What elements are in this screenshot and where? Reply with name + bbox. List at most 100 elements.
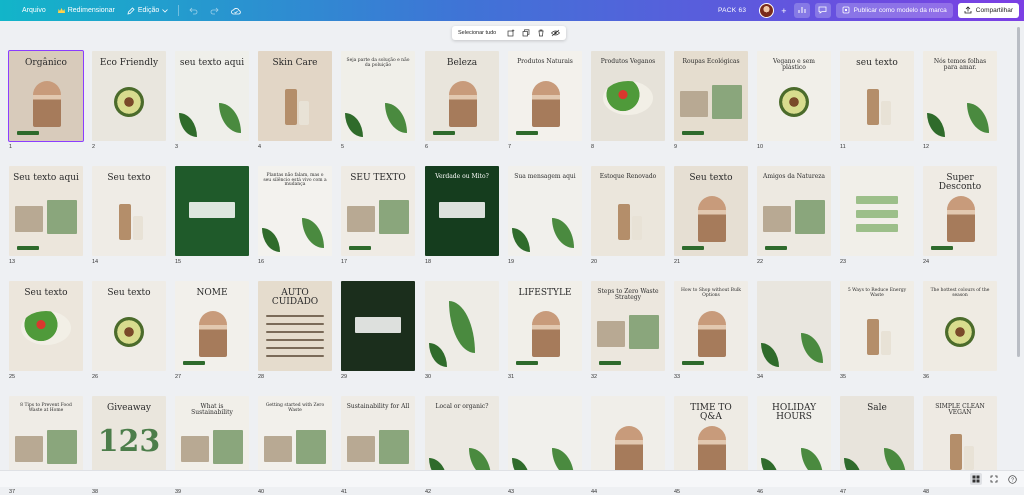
select-all-button[interactable]: Selecionar tudo [458, 30, 496, 36]
page-heading: Giveaway [107, 403, 151, 413]
cta-button-graphic [516, 361, 538, 365]
cloud-save-button[interactable] [225, 0, 247, 21]
page-heading: HOLIDAY HOURS [771, 403, 817, 423]
cta-button-graphic [682, 361, 704, 365]
page-thumbnail[interactable]: SEU TEXTO [341, 166, 415, 256]
page-thumbnail[interactable]: Seu texto [674, 166, 748, 256]
avocado-image [114, 87, 144, 117]
page-thumbnail[interactable]: The hottest colours of the season [923, 281, 997, 371]
page-thumbnail[interactable]: How to Shop without Bulk Options [674, 281, 748, 371]
leaf-illustration [429, 343, 447, 367]
page-heading: seu texto aqui [179, 58, 245, 68]
publish-template-button[interactable]: Publicar como modelo da marca [835, 3, 953, 18]
page-thumbnail[interactable]: Seu texto [92, 166, 166, 256]
page-number: 37 [9, 489, 16, 495]
redo-button[interactable] [204, 0, 225, 21]
photo [449, 81, 477, 127]
vertical-scrollbar[interactable] [1016, 24, 1021, 469]
page-thumbnail[interactable] [757, 281, 831, 371]
page-thumbnail[interactable]: Steps to Zero Waste Strategy [591, 281, 665, 371]
page-thumbnail[interactable]: NOME [175, 281, 249, 371]
product-image [285, 89, 297, 125]
cta-button-graphic [682, 131, 704, 135]
text-lines [266, 331, 324, 333]
photo [532, 81, 560, 127]
page-thumbnail[interactable] [175, 166, 249, 256]
page-number: 1 [9, 144, 13, 150]
page-heading: SIMPLE CLEAN VEGAN [935, 403, 985, 417]
page-thumbnail[interactable]: Produtos Veganos [591, 51, 665, 141]
page-thumbnail[interactable] [840, 166, 914, 256]
avocado-image [114, 317, 144, 347]
add-collaborator-icon[interactable]: + [781, 6, 786, 16]
leaf-illustration [302, 218, 324, 248]
page-thumbnail[interactable]: Verdade ou Mito? [425, 166, 499, 256]
cta-button-graphic [682, 246, 704, 250]
page-thumbnail[interactable]: Seja parte da solução e não da poluição [341, 51, 415, 141]
analytics-button[interactable] [793, 3, 810, 18]
undo-button[interactable] [183, 0, 204, 21]
page-number: 25 [9, 374, 16, 380]
checklist-row [856, 210, 898, 218]
page-thumbnail[interactable] [341, 281, 415, 371]
page-thumbnail[interactable] [425, 281, 499, 371]
grid-view-icon[interactable] [970, 473, 982, 485]
page-thumbnail[interactable]: Eco Friendly [92, 51, 166, 141]
page-thumbnail[interactable]: seu texto aqui [175, 51, 249, 141]
page-thumbnail[interactable]: AUTO CUIDADO [258, 281, 332, 371]
project-title[interactable]: PACK 63 [718, 7, 746, 14]
delete-icon[interactable] [536, 29, 545, 38]
photo [795, 200, 825, 234]
page-thumbnail[interactable]: Roupas Ecológicas [674, 51, 748, 141]
page-heading: seu texto [856, 58, 898, 68]
page-heading: Getting started with Zero Waste [265, 403, 325, 413]
page-thumbnail[interactable]: Produtos Naturais [508, 51, 582, 141]
add-page-icon[interactable] [506, 29, 515, 38]
page-number: 34 [757, 374, 764, 380]
help-icon[interactable]: ? [1006, 473, 1018, 485]
expand-icon[interactable] [988, 473, 1000, 485]
edit-menu[interactable]: Edição [121, 0, 174, 21]
page-thumbnail[interactable]: Beleza [425, 51, 499, 141]
page-heading: Beleza [446, 58, 478, 68]
page-number: 15 [175, 259, 182, 265]
file-menu[interactable]: Arquivo [0, 0, 52, 21]
duplicate-icon[interactable] [521, 29, 530, 38]
page-thumbnail[interactable]: LIFESTYLE [508, 281, 582, 371]
page-number: 19 [508, 259, 515, 265]
cta-button-graphic [17, 246, 39, 250]
text-lines [266, 339, 324, 341]
share-button[interactable]: Compartilhar [957, 3, 1019, 18]
page-thumbnail[interactable]: Estoque Renovado [591, 166, 665, 256]
page-thumbnail[interactable]: Vegano e sem plástico [757, 51, 831, 141]
hide-icon[interactable] [551, 29, 561, 38]
page-thumbnail[interactable]: Skin Care [258, 51, 332, 141]
product-image [950, 434, 962, 470]
page-number: 32 [591, 374, 598, 380]
photo [181, 436, 209, 462]
resize-menu[interactable]: Redimensionar [52, 0, 121, 21]
edit-menu-label: Edição [137, 7, 160, 14]
pencil-icon [127, 6, 135, 15]
scrollbar-thumb[interactable] [1017, 27, 1020, 357]
product-image [867, 319, 879, 355]
cta-button-graphic [931, 246, 953, 250]
page-heading: Local or organic? [435, 403, 489, 410]
avatar[interactable] [759, 3, 775, 18]
page-thumbnail[interactable]: Sua mensagem aqui [508, 166, 582, 256]
cta-button-graphic [516, 131, 538, 135]
page-thumbnail[interactable]: Orgânico [8, 50, 84, 142]
page-thumbnail[interactable]: Seu texto [92, 281, 166, 371]
page-thumbnail[interactable]: Nós temos folhas para amar. [923, 51, 997, 141]
page-thumbnail[interactable]: Super Desconto [923, 166, 997, 256]
comments-button[interactable] [814, 3, 831, 18]
page-thumbnail[interactable]: Seu texto [9, 281, 83, 371]
product-image [867, 89, 879, 125]
page-thumbnail[interactable]: Amigos da Natureza [757, 166, 831, 256]
page-thumbnail[interactable]: Plantas não falam, mas o seu silêncio es… [258, 166, 332, 256]
page-thumbnail[interactable]: 5 Ways to Reduce Energy Waste [840, 281, 914, 371]
page-thumbnail[interactable]: seu texto [840, 51, 914, 141]
chart-icon [798, 6, 806, 16]
page-number: 4 [258, 144, 262, 150]
page-thumbnail[interactable]: Seu texto aqui [9, 166, 83, 256]
